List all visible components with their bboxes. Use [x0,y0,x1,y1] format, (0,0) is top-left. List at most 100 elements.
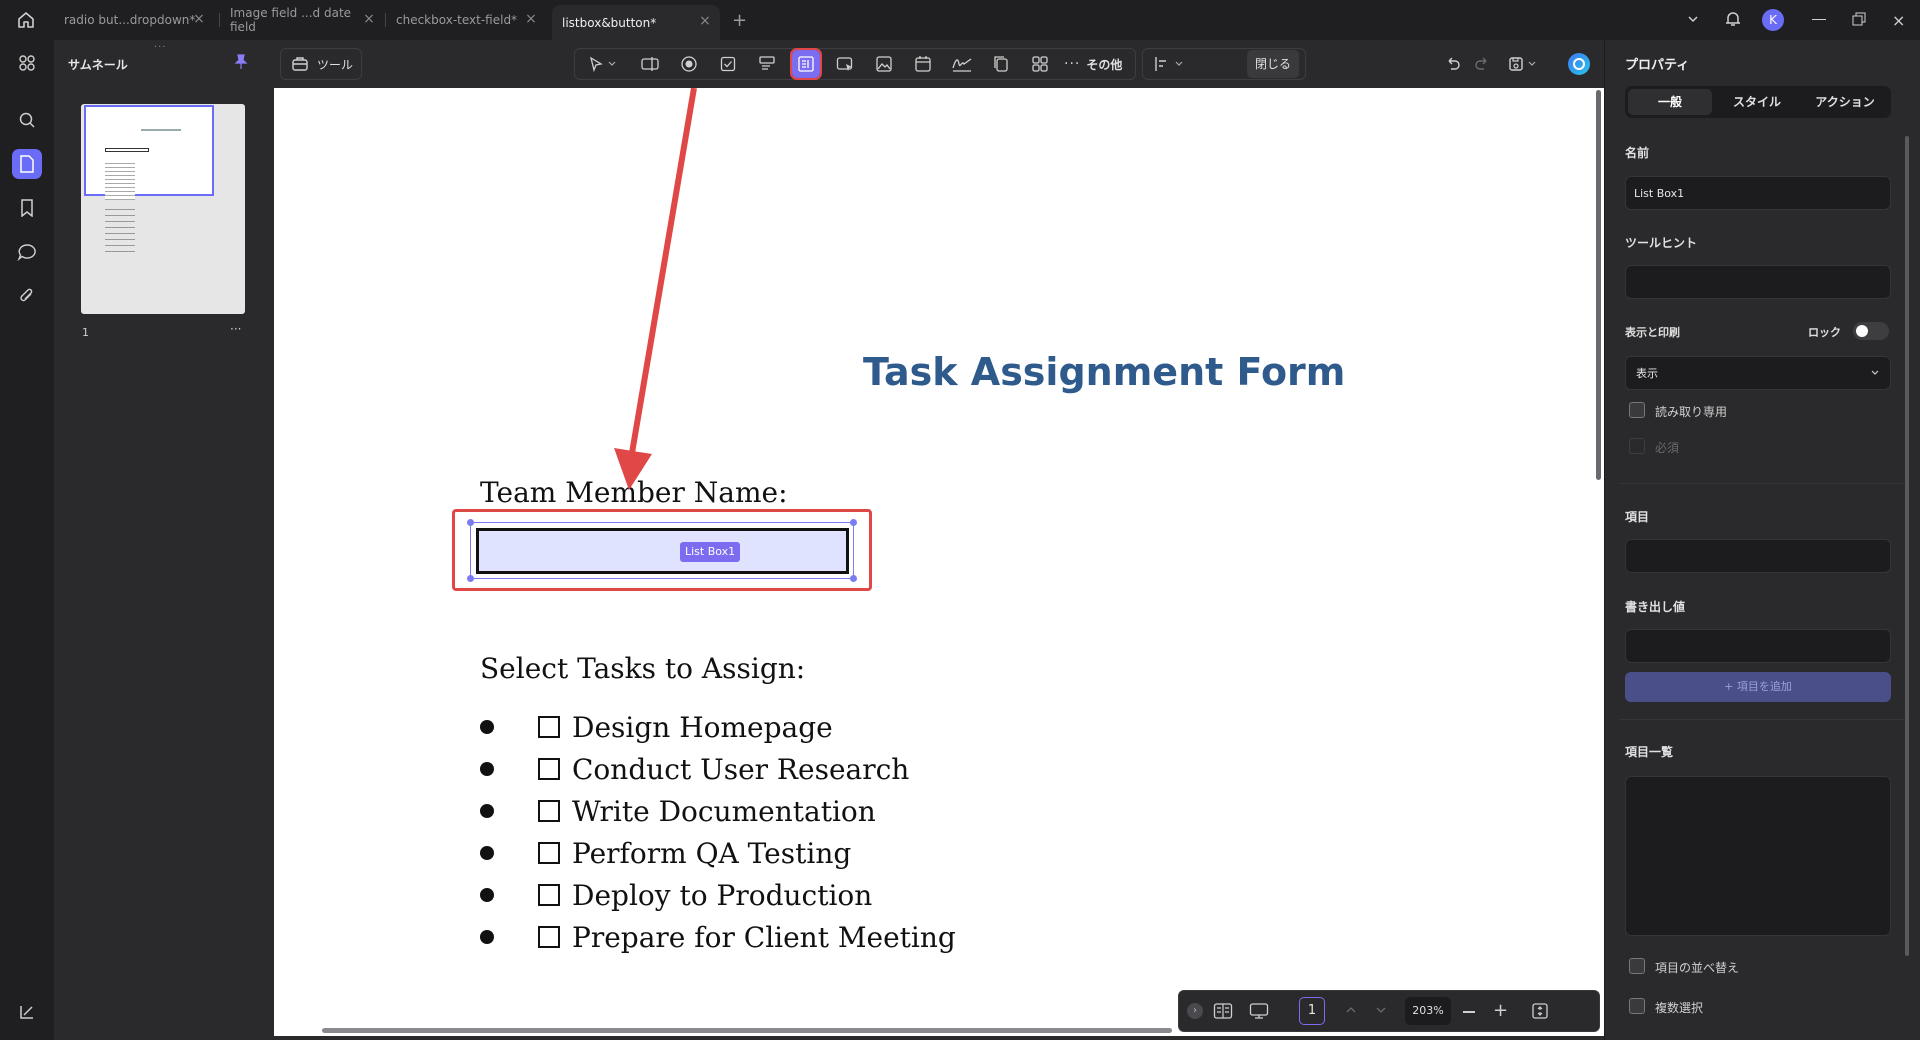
undo-icon[interactable] [1439,50,1467,78]
avatar[interactable]: K [1762,9,1784,31]
ai-assistant-icon[interactable] [1568,53,1590,75]
close-icon[interactable]: × [698,14,712,28]
checkbox[interactable] [538,716,560,738]
close-window-icon[interactable]: × [1892,11,1905,30]
next-page-icon[interactable] [1375,1005,1387,1015]
lock-label: ロック [1808,326,1841,339]
tooltip-field[interactable] [1625,265,1891,299]
image-field-icon[interactable] [870,50,898,78]
home-icon[interactable] [16,10,36,30]
radio-button-icon[interactable] [675,50,703,78]
bell-icon[interactable] [1724,10,1742,28]
multi-select-label: 複数選択 [1655,1001,1704,1015]
drag-handle[interactable]: ··· [154,42,167,53]
checkbox[interactable] [538,758,560,780]
chevron-down-icon[interactable] [1172,50,1186,78]
restore-icon[interactable] [1852,12,1866,26]
more-tools-button[interactable]: ··· その他 [1064,50,1122,78]
date-field-icon[interactable] [909,50,937,78]
tab-action[interactable]: アクション [1802,89,1888,115]
tab-general[interactable]: 一般 [1628,89,1712,115]
bookmark-icon[interactable] [12,193,42,223]
bullet [480,888,494,902]
resize-handle[interactable] [467,519,474,526]
vertical-scrollbar[interactable] [1596,90,1601,480]
zoom-in-icon[interactable]: + [1493,1000,1508,1021]
zoom-out-icon[interactable] [1463,1011,1475,1013]
list-box-field[interactable]: List Box1 [476,528,849,574]
comment-icon[interactable] [12,237,42,267]
thumbnail-lines [105,160,135,200]
checkbox[interactable] [538,842,560,864]
signature-field-icon[interactable] [948,50,976,78]
panel-scrollbar[interactable] [1905,136,1909,956]
tools-button[interactable]: ツール [280,48,362,80]
fit-page-icon[interactable] [1531,1002,1549,1020]
add-item-button[interactable]: + 項目を追加 [1625,672,1891,702]
horizontal-scrollbar[interactable] [322,1028,1172,1033]
sidebar-toggle-icon[interactable] [12,997,42,1027]
collapse-icon[interactable]: › [1187,1003,1203,1019]
button-field-icon[interactable] [831,50,859,78]
display-select[interactable]: 表示 [1625,356,1891,390]
close-icon[interactable]: × [524,12,538,26]
sort-items-checkbox[interactable] [1629,958,1645,974]
close-icon[interactable]: × [192,12,206,26]
bullet [480,846,494,860]
checkbox[interactable] [538,800,560,822]
checkbox[interactable] [538,926,560,948]
item-list-box[interactable] [1625,776,1891,936]
export-value-label: 書き出し値 [1625,600,1686,614]
lock-toggle[interactable] [1853,322,1889,340]
chevron-down-icon[interactable] [1686,12,1700,26]
tab-radio-dropdown[interactable]: radio but...dropdown* × [54,0,214,40]
copy-fields-icon[interactable] [987,50,1015,78]
task-item: Design Homepage [480,710,833,744]
minimize-icon[interactable] [1812,19,1826,20]
resize-handle[interactable] [850,519,857,526]
tab-image-date[interactable]: Image field ...d date field × [220,0,380,40]
grid-view-icon[interactable] [12,48,42,78]
required-checkbox[interactable] [1629,438,1645,454]
combo-box-icon[interactable] [753,50,781,78]
task-item: Prepare for Client Meeting [480,920,956,954]
field-grid-icon[interactable] [1026,50,1054,78]
readonly-checkbox[interactable] [1629,402,1645,418]
zoom-level[interactable]: 203% [1405,997,1451,1025]
page-number-input[interactable]: 1 [1299,997,1325,1025]
tab-style[interactable]: スタイル [1715,89,1799,115]
close-icon[interactable]: × [362,12,376,26]
attachment-icon[interactable] [12,281,42,311]
more-icon[interactable]: ··· [230,322,241,336]
page-thumbnail[interactable] [81,104,245,314]
resize-handle[interactable] [467,575,474,582]
export-value-field[interactable] [1625,629,1891,663]
presentation-icon[interactable] [1249,1002,1269,1020]
tab-checkbox-text[interactable]: checkbox-text-field* × [386,0,546,40]
property-tabs: 一般 スタイル アクション [1625,86,1891,118]
thumbnail-lines [105,204,135,254]
name-field[interactable]: List Box1 [1625,176,1891,210]
reading-mode-icon[interactable] [1213,1002,1233,1020]
thumbnails-icon[interactable] [12,149,42,179]
previous-page-icon[interactable] [1345,1005,1357,1015]
close-form-button[interactable]: 閉じる [1247,50,1299,78]
checkbox[interactable] [538,884,560,906]
item-field[interactable] [1625,539,1891,573]
bullet [480,720,494,734]
new-tab-icon[interactable]: + [732,10,747,31]
search-icon[interactable] [12,105,42,135]
pin-icon[interactable] [234,54,248,70]
checkbox-icon[interactable] [714,50,742,78]
text-field-icon[interactable] [636,50,664,78]
tab-listbox-button[interactable]: listbox&button* × [552,5,720,40]
chevron-down-icon[interactable] [1525,50,1539,78]
resize-handle[interactable] [850,575,857,582]
list-box-icon[interactable] [790,48,822,80]
multi-select-checkbox[interactable] [1629,998,1645,1014]
chevron-down-icon[interactable] [605,50,619,78]
task-item: Write Documentation [480,794,876,828]
tab-label: checkbox-text-field* [396,13,518,27]
tab-label: Image field ...d date field [230,6,352,34]
redo-icon[interactable] [1468,50,1496,78]
